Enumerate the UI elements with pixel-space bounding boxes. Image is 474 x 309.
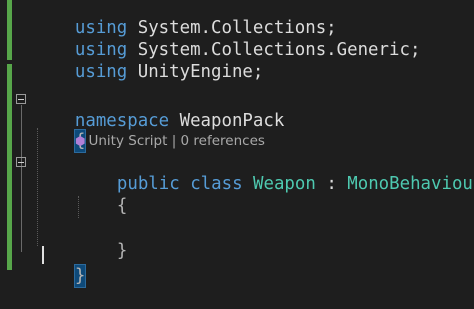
matched-brace-highlight: }: [73, 264, 87, 288]
code-line-open-brace[interactable]: {: [33, 108, 87, 153]
collapse-namespace-icon[interactable]: [16, 94, 26, 104]
open-brace: {: [116, 196, 128, 216]
keyword-class: class: [179, 174, 243, 194]
code-line-using-generic[interactable]: using System.Collections.Generic;: [33, 17, 421, 60]
base-class-name: MonoBehaviour: [347, 174, 474, 194]
unity-script-icon: ⬢: [75, 134, 86, 148]
keyword-using: using: [74, 62, 128, 82]
fold-guide-line: [21, 105, 22, 252]
code-line-namespace[interactable]: namespace WeaponPack: [33, 88, 284, 131]
change-indicator-bar: [7, 64, 12, 270]
codelens-hint[interactable]: ⬢ Unity Script | 0 references: [75, 132, 265, 150]
code-line-namespace-close-brace[interactable]: }: [33, 243, 87, 288]
code-editor[interactable]: using System.Collections; using System.C…: [0, 0, 474, 288]
code-line-class-decl[interactable]: public class Weapon : MonoBehaviour: [75, 151, 474, 194]
code-line-class-open-brace[interactable]: {: [75, 173, 127, 216]
code-line-class-close-brace[interactable]: }: [75, 218, 127, 261]
keyword-namespace: namespace: [74, 111, 170, 131]
class-name: Weapon: [242, 174, 316, 194]
namespace-name: WeaponPack: [169, 111, 285, 131]
change-indicator-bar: [7, 0, 12, 60]
collapse-class-icon[interactable]: [16, 157, 26, 167]
codelens-text: Unity Script | 0 references: [88, 133, 265, 149]
code-line-using-unityengine[interactable]: using UnityEngine;: [33, 39, 263, 82]
colon: :: [315, 174, 348, 194]
text-cursor: [42, 246, 44, 264]
code-line-using-collections[interactable]: using System.Collections;: [33, 0, 337, 38]
close-brace: }: [116, 241, 128, 261]
namespace-ref: UnityEngine;: [127, 62, 264, 82]
